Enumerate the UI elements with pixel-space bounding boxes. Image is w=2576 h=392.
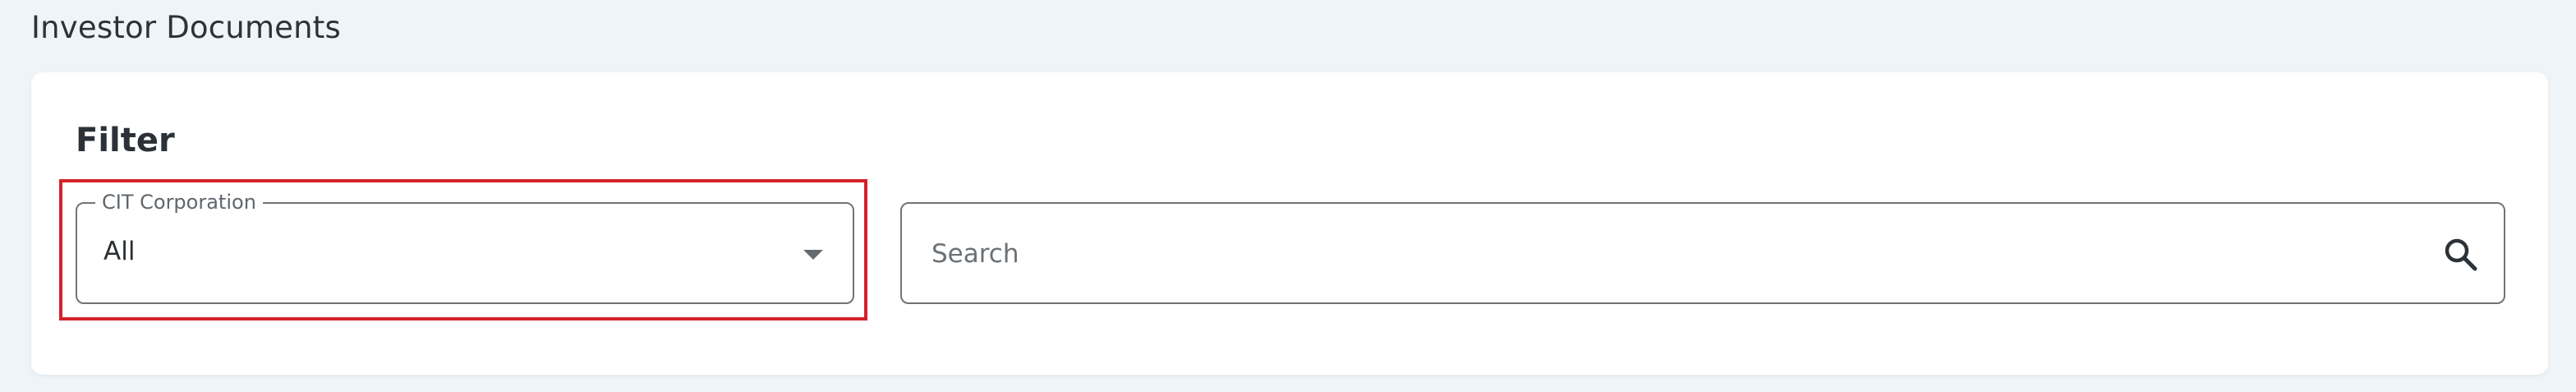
filter-card: Filter CIT Corporation All — [31, 72, 2548, 375]
corporation-select[interactable]: CIT Corporation All — [76, 190, 854, 304]
search-input[interactable] — [930, 228, 2395, 279]
search-field — [900, 202, 2505, 304]
search-icon[interactable] — [2441, 235, 2481, 274]
page-title: Investor Documents — [31, 10, 341, 45]
corporation-select-value: All — [104, 237, 136, 266]
filter-title: Filter — [76, 122, 175, 159]
corporation-select-label: CIT Corporation — [95, 190, 263, 214]
chevron-down-icon[interactable] — [803, 250, 823, 260]
